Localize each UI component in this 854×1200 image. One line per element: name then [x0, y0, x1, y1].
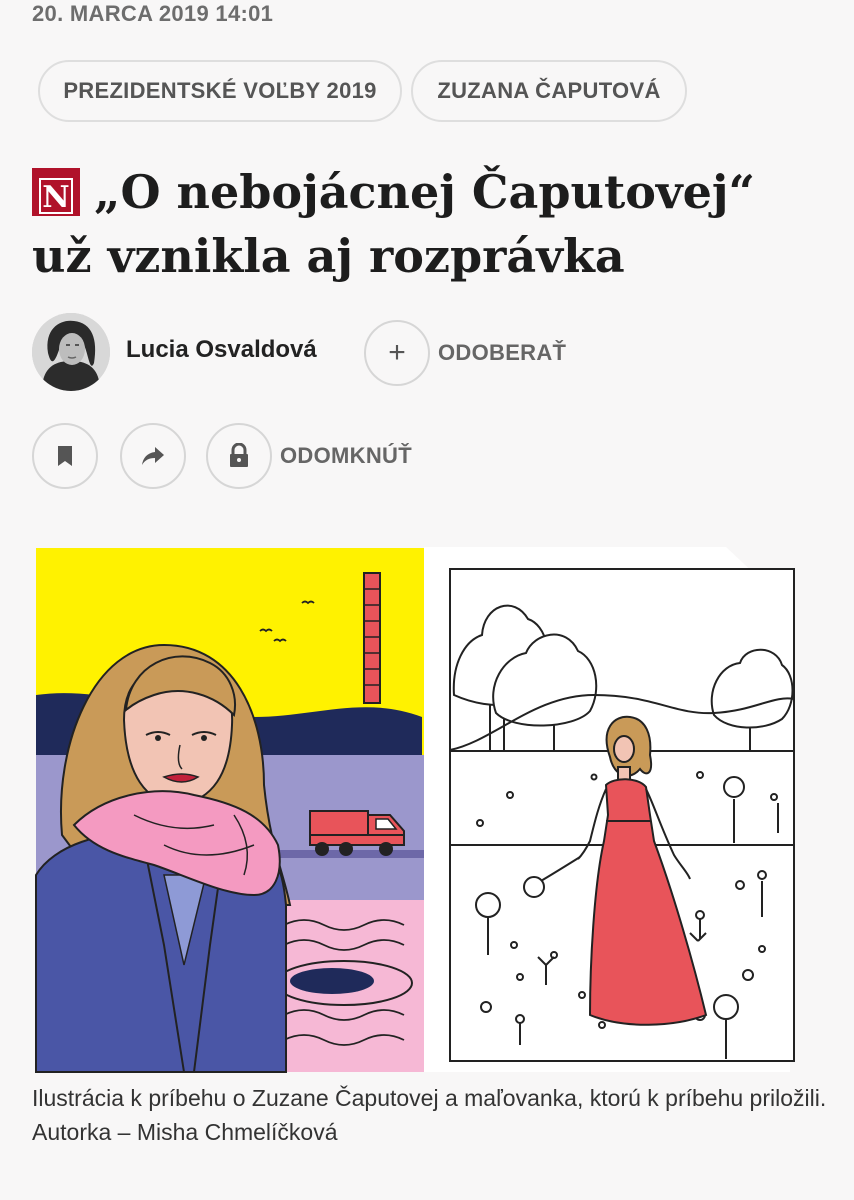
plus-icon: + — [388, 336, 406, 369]
lock-icon — [230, 443, 248, 467]
unlock-label[interactable]: ODOMKNÚŤ — [280, 443, 412, 469]
bookmark-icon — [58, 446, 72, 466]
caputova-portrait-illustration — [35, 548, 424, 1073]
article-title: N „O nebojácnej Čaputovej“ už vznikla aj … — [32, 160, 832, 288]
share-button[interactable] — [120, 423, 186, 489]
author-name[interactable]: Lucia Osvaldová — [126, 336, 317, 364]
follow-button[interactable]: + — [364, 320, 430, 386]
author-avatar[interactable] — [32, 313, 110, 391]
title-line-2: už vznikla aj rozprávka — [32, 229, 625, 283]
unlock-button[interactable] — [206, 423, 272, 489]
share-icon — [142, 447, 164, 465]
article-illustration — [35, 547, 795, 1073]
publication-logo: N — [32, 168, 80, 216]
tag-presidential-election[interactable]: PREZIDENTSKÉ VOĽBY 2019 — [38, 60, 402, 122]
tag-zuzana-caputova[interactable]: ZUZANA ČAPUTOVÁ — [411, 60, 687, 122]
article-date: 20. MARCA 2019 14:01 — [32, 1, 274, 26]
coloring-page-illustration — [424, 547, 795, 1072]
image-caption: Ilustrácia k príbehu o Zuzane Čaputovej … — [32, 1085, 827, 1145]
bookmark-button[interactable] — [32, 423, 98, 489]
follow-label[interactable]: ODOBERAŤ — [438, 340, 566, 366]
title-line-1: „O nebojácnej Čaputovej“ — [94, 165, 755, 219]
